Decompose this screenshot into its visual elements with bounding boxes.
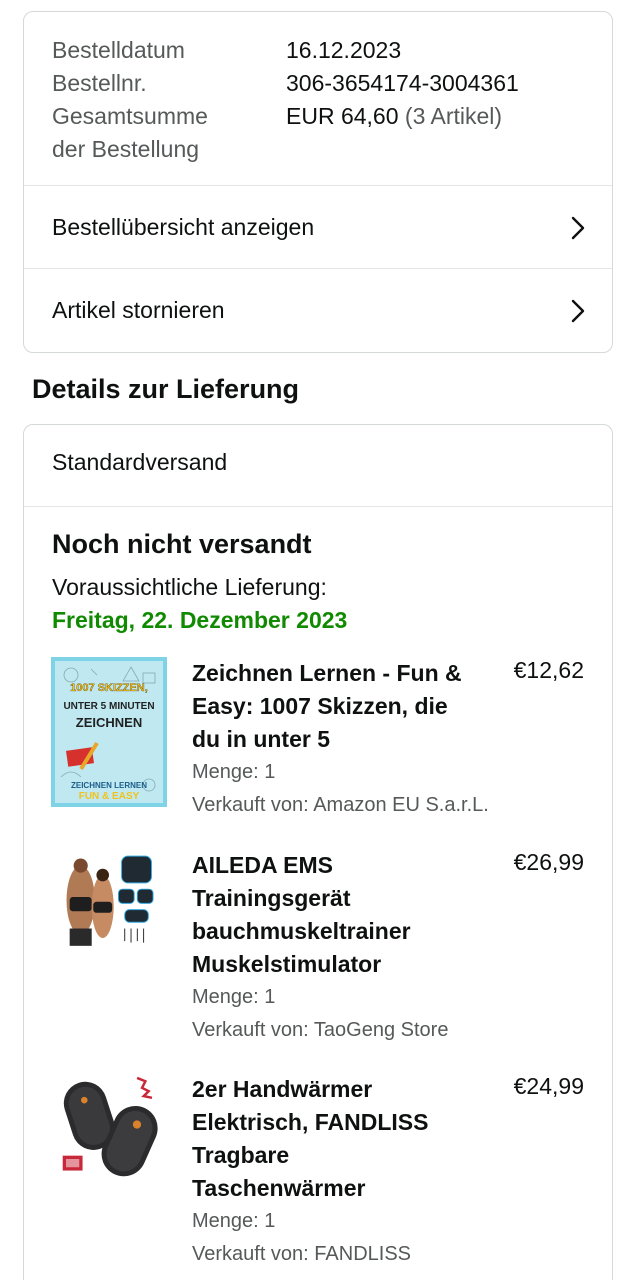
order-total-value: EUR 64,60 (3 Artikel) <box>286 100 502 133</box>
expected-delivery-label: Voraussichtliche Lieferung: <box>52 574 327 600</box>
book-title-line2: UNTER 5 MINUTEN <box>63 701 154 712</box>
divider <box>24 506 612 507</box>
item-seller: Verkauft von: Amazon EU S.a.r.L. <box>192 794 489 816</box>
order-summary-card: Bestelldatum 16.12.2023 Bestellnr. 306-3… <box>23 11 613 353</box>
hand-warmer-icon[interactable] <box>51 1073 167 1197</box>
cancel-items-link[interactable]: Artikel stornieren <box>24 269 612 351</box>
order-number-label: Bestellnr. <box>52 70 147 96</box>
item-seller: Verkauft von: TaoGeng Store <box>192 1019 449 1041</box>
order-total-items: (3 Artikel) <box>404 103 503 129</box>
view-order-overview-link[interactable]: Bestellübersicht anzeigen <box>24 186 612 268</box>
delivery-details-heading: Details zur Lieferung <box>32 374 300 404</box>
chevron-right-icon <box>571 299 585 323</box>
item-seller: Verkauft von: FANDLISS <box>192 1243 411 1265</box>
chevron-right-icon <box>571 216 585 240</box>
item-price: €12,62 <box>513 657 584 683</box>
item-title[interactable]: AILEDA EMS Trainingsgerät bauchmuskeltra… <box>192 849 462 981</box>
ems-trainer-icon[interactable] <box>51 853 167 971</box>
book-title-line1: 1007 SKIZZEN, <box>70 682 148 694</box>
order-item[interactable]: 2er Handwärmer Elektrisch, FANDLISS Trag… <box>24 1073 612 1273</box>
shipment-status: Noch nicht versandt <box>52 529 312 559</box>
item-quantity: Menge: 1 <box>192 1210 276 1232</box>
order-total-row: Gesamtsumme der Bestellung EUR 64,60 (3 … <box>52 100 592 166</box>
item-title[interactable]: 2er Handwärmer Elektrisch, FANDLISS Trag… <box>192 1073 462 1205</box>
book-subtitle-line1: ZEICHNEN LERNEN <box>71 781 147 790</box>
item-quantity: Menge: 1 <box>192 761 276 783</box>
order-item[interactable]: 1007 SKIZZEN, UNTER 5 MINUTEN ZEICHNEN Z… <box>24 657 612 857</box>
item-price: €24,99 <box>513 1073 584 1099</box>
order-total-label: Gesamtsumme der Bestellung <box>52 100 277 166</box>
order-total-amount: EUR 64,60 <box>286 103 399 129</box>
book-subtitle-line2: FUN & EASY <box>79 791 140 802</box>
delivery-card: Standardversand Noch nicht versandt Vora… <box>23 424 613 1280</box>
cancel-items-label: Artikel stornieren <box>52 296 225 323</box>
book-title-line3: ZEICHNEN <box>76 715 142 730</box>
order-total-label-line1: Gesamtsumme <box>52 103 208 129</box>
order-total-label-line2: der Bestellung <box>52 136 200 162</box>
order-item[interactable]: AILEDA EMS Trainingsgerät bauchmuskeltra… <box>24 849 612 1049</box>
shipping-method: Standardversand <box>52 449 228 475</box>
book-cover-icon[interactable]: 1007 SKIZZEN, UNTER 5 MINUTEN ZEICHNEN Z… <box>51 657 167 807</box>
order-summary: Bestelldatum 16.12.2023 Bestellnr. 306-3… <box>52 34 592 166</box>
view-order-overview-label: Bestellübersicht anzeigen <box>52 213 315 240</box>
order-date-label: Bestelldatum <box>52 37 185 63</box>
order-number-value: 306-3654174-3004361 <box>286 70 519 96</box>
item-price: €26,99 <box>513 849 584 875</box>
order-number-row: Bestellnr. 306-3654174-3004361 <box>52 67 592 100</box>
order-date-value: 16.12.2023 <box>286 37 402 63</box>
expected-delivery-date: Freitag, 22. Dezember 2023 <box>52 607 348 633</box>
item-title[interactable]: Zeichnen Lernen - Fun & Easy: 1007 Skizz… <box>192 657 462 756</box>
item-quantity: Menge: 1 <box>192 986 276 1008</box>
order-date-row: Bestelldatum 16.12.2023 <box>52 34 592 67</box>
